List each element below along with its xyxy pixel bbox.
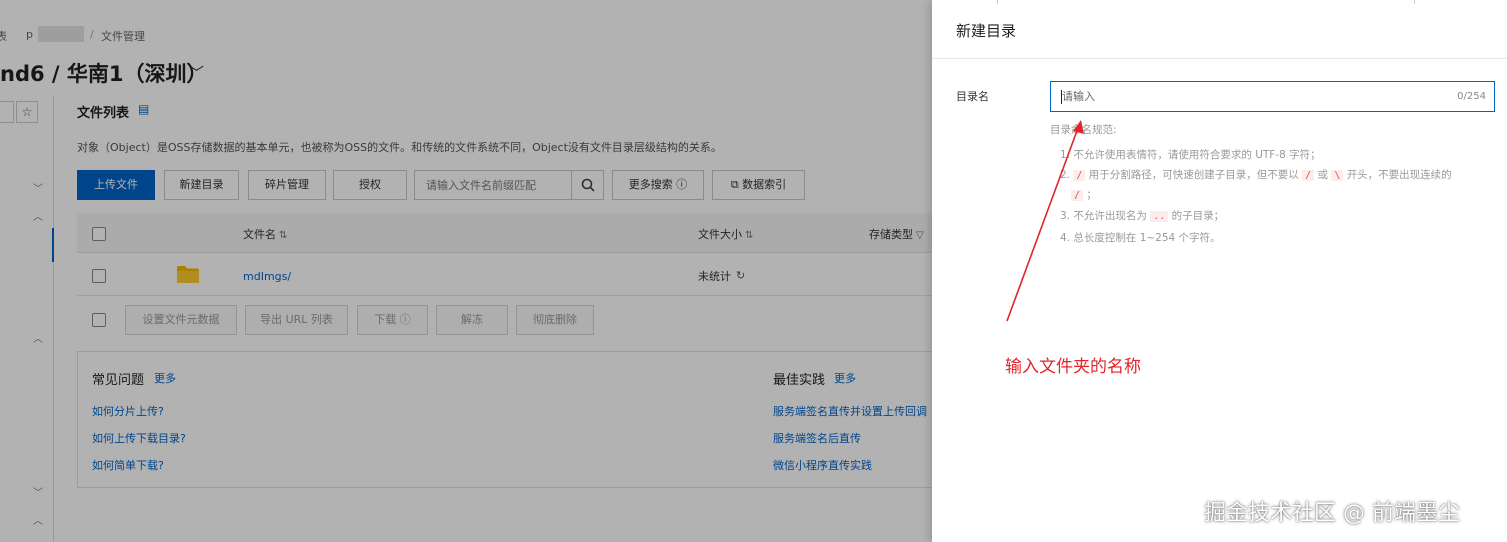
annotation-arrow	[1006, 120, 1084, 322]
annotation-text: 输入文件夹的名称	[1005, 357, 1141, 377]
watermark: 掘金技术社区 @ 前端墨尘	[1204, 501, 1460, 526]
screen: 表 p / 文件管理 nd6 / 华南1（深圳） ﹀ ☆ ﹀ ︿ ︿ ﹀ ︿ 文…	[0, 0, 1507, 542]
